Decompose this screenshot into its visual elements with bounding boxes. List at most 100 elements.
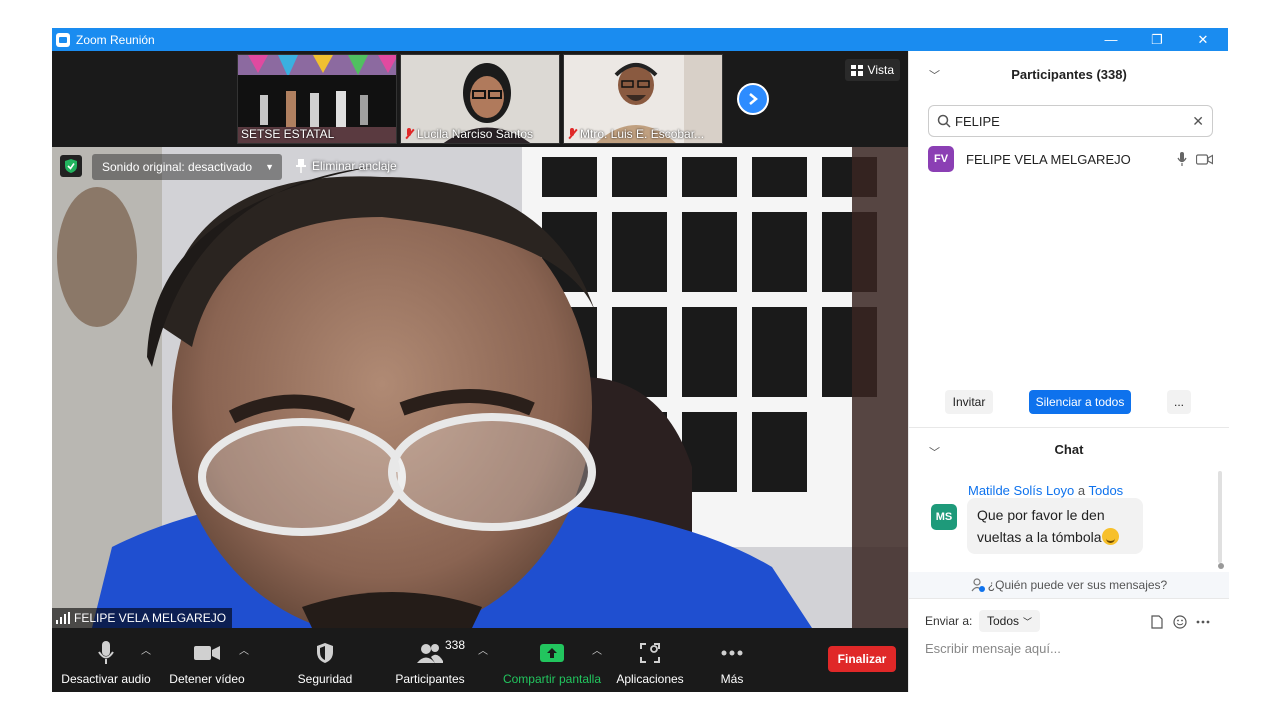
who-can-see-label: ¿Quién puede ver sus mensajes? <box>987 578 1168 592</box>
encryption-shield-icon[interactable] <box>60 155 82 177</box>
unpin-button[interactable]: Eliminar anclaje <box>296 159 397 173</box>
chat-scrollbar-thumb[interactable] <box>1218 563 1224 569</box>
video-area: SETSE ESTATAL Lucila Narciso Santos Mtro… <box>52 51 908 692</box>
clear-search-icon[interactable]: ✕ <box>1192 113 1204 130</box>
share-screen-icon <box>540 644 564 662</box>
thumbnail-name: Lucila Narciso Santos <box>404 127 533 141</box>
speaker-name: FELIPE VELA MELGAREJO <box>74 611 227 625</box>
invite-button[interactable]: Invitar <box>945 390 993 414</box>
thumbnail-name: Mtro. Luis E. Escobar... <box>567 127 704 141</box>
grid-view-icon <box>850 64 863 76</box>
file-icon[interactable] <box>1151 615 1163 629</box>
participant-search-input[interactable]: FELIPE ✕ <box>928 105 1213 137</box>
chat-bubble: Que por favor le den vueltas a la tómbol… <box>967 498 1143 554</box>
thumbnail-strip: SETSE ESTATAL Lucila Narciso Santos Mtro… <box>52 51 908 147</box>
participants-options-caret-icon[interactable]: ︿ <box>478 642 488 657</box>
apps-label: Aplicaciones <box>616 672 684 686</box>
share-options-caret-icon[interactable]: ︿ <box>592 642 602 657</box>
person-info-icon <box>971 578 985 592</box>
avatar: MS <box>931 504 957 530</box>
zoom-logo-icon <box>56 32 70 47</box>
stop-video-button[interactable]: Detener vídeo <box>166 628 248 692</box>
next-page-button[interactable] <box>737 83 769 115</box>
send-to-value: Todos <box>987 614 1020 628</box>
chevron-down-icon: ▼ <box>265 162 274 172</box>
video-camera-icon[interactable] <box>1196 153 1213 165</box>
security-label: Seguridad <box>297 672 353 686</box>
chevron-right-icon <box>749 93 758 105</box>
thumbnail-lucila[interactable]: Lucila Narciso Santos <box>400 54 560 144</box>
view-label: Vista <box>867 63 894 77</box>
mic-muted-icon <box>567 128 577 140</box>
stop-video-label: Detener vídeo <box>169 672 245 686</box>
signal-strength-icon <box>56 612 70 624</box>
participants-icon <box>417 644 443 663</box>
chat-scrollbar[interactable] <box>1218 471 1222 563</box>
mute-all-button[interactable]: Silenciar a todos <box>1029 390 1131 414</box>
participant-name: FELIPE VELA MELGAREJO <box>966 151 1131 167</box>
speaker-video-frame <box>52 147 908 628</box>
security-button[interactable]: Seguridad <box>288 628 362 692</box>
more-dots-icon[interactable] <box>1196 620 1210 624</box>
restore-button[interactable]: ❐ <box>1134 28 1180 51</box>
participants-more-button[interactable]: ... <box>1167 390 1191 414</box>
video-camera-icon <box>194 646 220 660</box>
mute-audio-label: Desactivar audio <box>61 672 151 686</box>
zoom-window: Zoom Reunión — ❐ ✕ SETSE ESTATAL Lucila … <box>52 28 1229 692</box>
view-button[interactable]: Vista <box>844 59 900 81</box>
shield-check-icon <box>65 159 77 173</box>
end-meeting-button[interactable]: Finalizar <box>828 646 896 672</box>
divider <box>909 598 1229 599</box>
participants-label: Participantes <box>395 672 465 686</box>
mic-muted-icon <box>404 128 414 140</box>
original-sound-label: Sonido original: desactivado <box>102 160 253 174</box>
title-bar: Zoom Reunión — ❐ ✕ <box>52 28 1228 51</box>
thumbnail-luis-escobar[interactable]: Mtro. Luis E. Escobar... <box>563 54 723 144</box>
chat-title: Chat <box>1054 442 1084 457</box>
thumbnail-name: SETSE ESTATAL <box>241 127 335 141</box>
who-can-see-link[interactable]: ¿Quién puede ver sus mensajes? <box>909 572 1229 598</box>
mute-audio-button[interactable]: Desactivar audio <box>60 628 152 692</box>
divider <box>909 427 1229 428</box>
participant-row[interactable]: FV FELIPE VELA MELGAREJO <box>928 146 1213 172</box>
meeting-toolbar: Desactivar audio ︿ Detener vídeo ︿ Segur… <box>52 628 908 692</box>
chevron-down-icon: ﹀ <box>1023 616 1033 627</box>
speaker-name-label: FELIPE VELA MELGAREJO <box>52 608 233 628</box>
minimize-button[interactable]: — <box>1088 28 1134 51</box>
apps-icon <box>640 643 660 663</box>
window-title: Zoom Reunión <box>76 32 155 47</box>
video-options-caret-icon[interactable]: ︿ <box>239 642 249 657</box>
more-dots-icon <box>721 650 743 656</box>
shield-icon <box>317 643 333 663</box>
microphone-icon <box>98 641 114 664</box>
more-button[interactable]: Más <box>706 628 758 692</box>
search-value: FELIPE <box>955 113 1000 129</box>
chat-message-input[interactable]: Escribir mensaje aquí... <box>925 641 1215 656</box>
more-label: Más <box>720 672 744 686</box>
search-icon <box>937 114 951 128</box>
participants-title: Participantes (338) <box>1011 67 1127 82</box>
audio-options-caret-icon[interactable]: ︿ <box>141 642 151 657</box>
close-window-button[interactable]: ✕ <box>1180 28 1226 51</box>
chat-to-word: a <box>1077 483 1086 498</box>
emoji-icon[interactable] <box>1173 615 1187 629</box>
share-screen-button[interactable]: Compartir pantalla <box>498 628 606 692</box>
chat-recipient[interactable]: Todos <box>1088 483 1123 498</box>
main-speaker-video: Sonido original: desactivado ▼ Eliminar … <box>52 147 908 628</box>
side-panel: ﹀ Participantes (338) FELIPE ✕ FV FELIPE… <box>908 51 1229 692</box>
pin-icon <box>296 159 306 173</box>
avatar: FV <box>928 146 954 172</box>
original-sound-dropdown[interactable]: Sonido original: desactivado ▼ <box>92 154 282 180</box>
chat-sender[interactable]: Matilde Solís Loyo <box>968 483 1074 498</box>
unpin-label: Eliminar anclaje <box>312 159 397 173</box>
send-to-label: Enviar a: <box>925 614 973 628</box>
chat-message-text: Que por favor le den vueltas a la tómbol… <box>977 507 1105 545</box>
smiley-emoji-icon <box>1101 528 1119 545</box>
thumbnail-setse-estatal[interactable]: SETSE ESTATAL <box>237 54 397 144</box>
apps-button[interactable]: Aplicaciones <box>612 628 688 692</box>
chat-message-header: Matilde Solís Loyo a Todos <box>968 483 1123 498</box>
share-screen-label: Compartir pantalla <box>502 672 602 686</box>
microphone-icon[interactable] <box>1177 152 1187 166</box>
participants-count: 338 <box>445 638 466 652</box>
send-to-dropdown[interactable]: Todos ﹀ <box>979 610 1041 632</box>
